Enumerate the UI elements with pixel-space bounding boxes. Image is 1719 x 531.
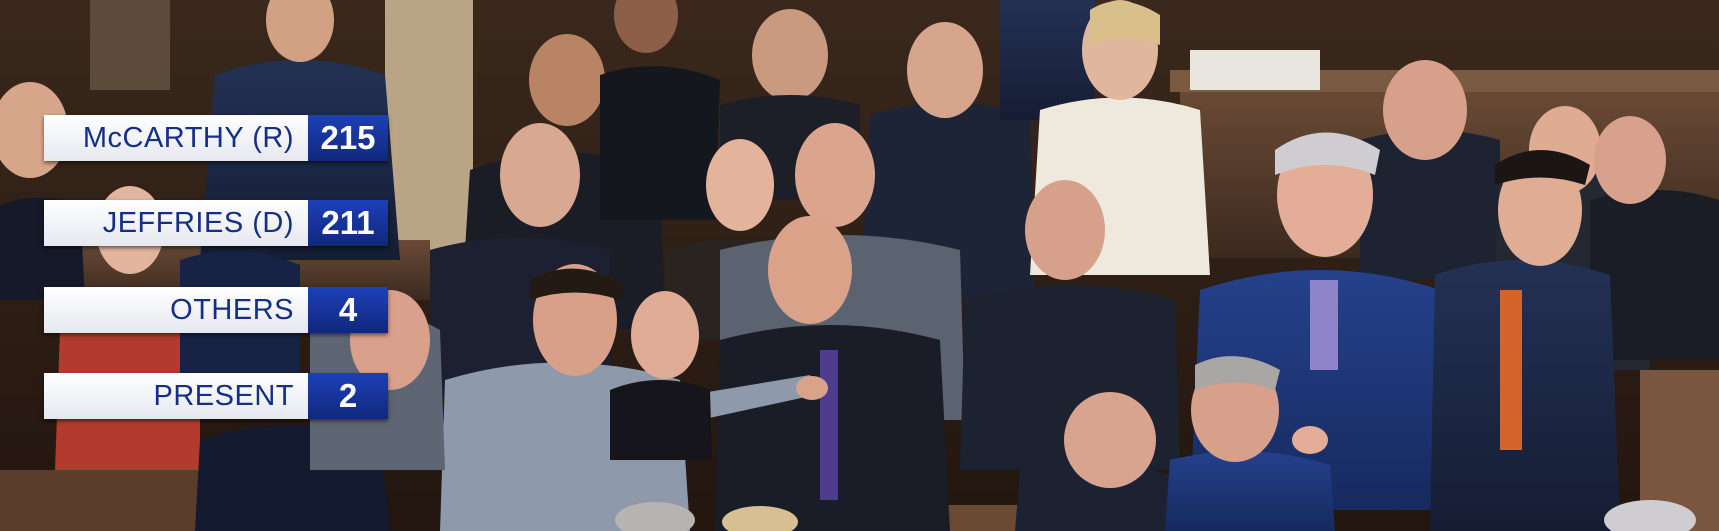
candidate-name: McCARTHY (R)	[44, 115, 308, 161]
vote-count: 4	[308, 287, 388, 333]
tally-row-others: OTHERS 4	[44, 287, 388, 333]
paper-stack	[1190, 50, 1320, 90]
vote-count: 215	[308, 115, 388, 161]
tally-row-present: PRESENT 2	[44, 373, 388, 419]
vote-count: 211	[308, 200, 388, 246]
candidate-name: OTHERS	[44, 287, 308, 333]
window-lattice	[90, 0, 170, 90]
candidate-name: PRESENT	[44, 373, 308, 419]
candidate-name: JEFFRIES (D)	[44, 200, 308, 246]
vote-count: 2	[308, 373, 388, 419]
house-chamber-photo	[0, 0, 1719, 531]
tally-row-mccarthy: McCARTHY (R) 215	[44, 115, 388, 161]
tally-row-jeffries: JEFFRIES (D) 211	[44, 200, 388, 246]
